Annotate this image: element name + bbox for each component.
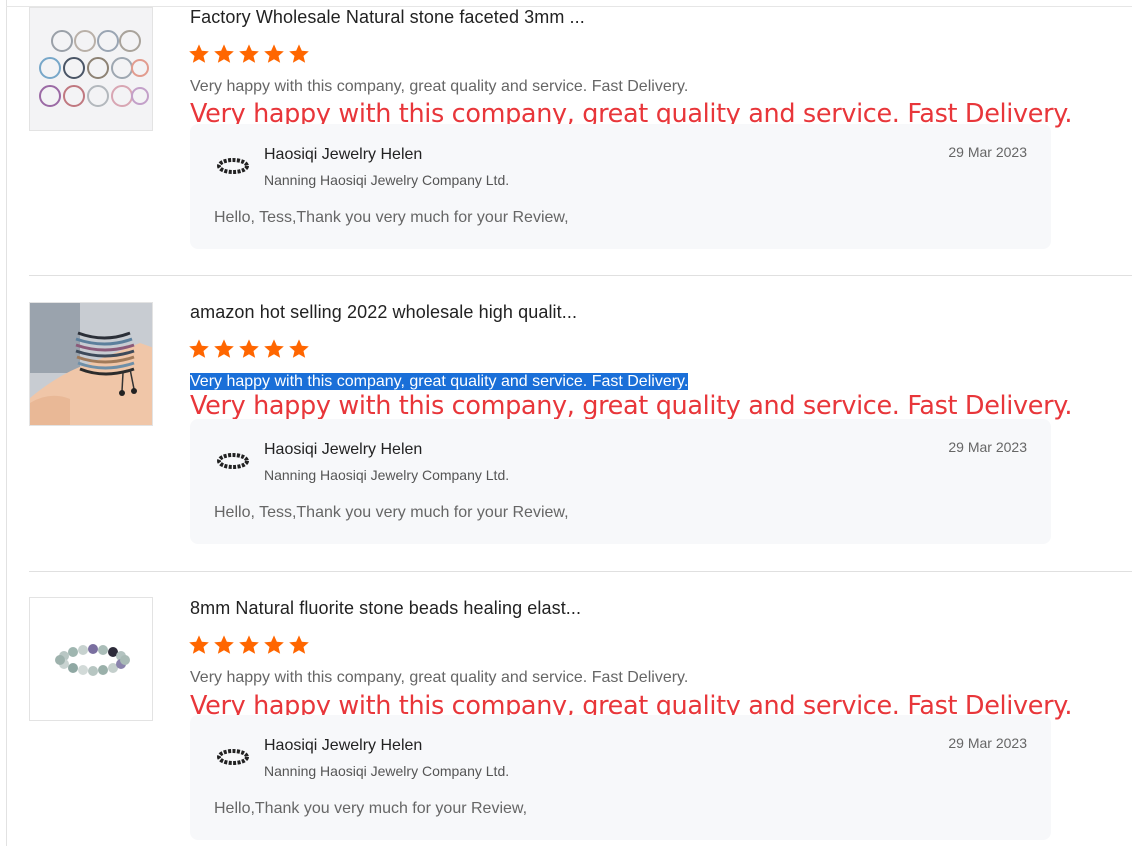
star-icon bbox=[189, 44, 209, 63]
star-rating bbox=[188, 634, 310, 656]
reply-company-name: Nanning Haosiqi Jewelry Company Ltd. bbox=[264, 172, 510, 188]
reply-text: Hello, Tess,Thank you very much for your… bbox=[214, 504, 569, 521]
star-rating bbox=[188, 338, 310, 360]
overlay-translation-text: Very happy with this company, great qual… bbox=[190, 391, 1073, 421]
product-thumbnail[interactable] bbox=[29, 7, 153, 131]
reply-author-name: Haosiqi Jewelry Helen bbox=[264, 737, 423, 754]
bracelet-set-image bbox=[30, 8, 152, 130]
star-icon bbox=[189, 635, 209, 654]
bracelet-avatar-icon bbox=[217, 749, 249, 765]
product-title[interactable]: 8mm Natural fluorite stone beads healing… bbox=[190, 598, 581, 619]
fluorite-bracelet-image bbox=[30, 598, 152, 720]
star-icon bbox=[264, 44, 284, 63]
selection-highlight: Very happy with this company, great qual… bbox=[190, 373, 689, 390]
star-icon bbox=[289, 339, 309, 358]
reply-date: 29 Mar 2023 bbox=[948, 439, 1027, 455]
review-text-selected: Very happy with this company, great qual… bbox=[190, 373, 689, 391]
reply-date: 29 Mar 2023 bbox=[948, 144, 1027, 160]
star-icon bbox=[239, 44, 259, 63]
review-text: Very happy with this company, great qual… bbox=[190, 669, 689, 686]
product-title[interactable]: amazon hot selling 2022 wholesale high q… bbox=[190, 302, 577, 323]
reply-date: 29 Mar 2023 bbox=[948, 735, 1027, 751]
star-icon bbox=[264, 635, 284, 654]
star-icon bbox=[214, 339, 234, 358]
review-divider bbox=[29, 275, 1132, 276]
reply-company-name: Nanning Haosiqi Jewelry Company Ltd. bbox=[264, 763, 510, 779]
star-icon bbox=[289, 44, 309, 63]
reply-text: Hello,Thank you very much for your Revie… bbox=[214, 800, 528, 817]
product-thumbnail[interactable] bbox=[29, 302, 153, 426]
seller-reply: Haosiqi Jewelry Helen Nanning Haosiqi Je… bbox=[190, 715, 1051, 840]
star-icon bbox=[189, 339, 209, 358]
reply-text: Hello, Tess,Thank you very much for your… bbox=[214, 209, 569, 226]
reply-company-name: Nanning Haosiqi Jewelry Company Ltd. bbox=[264, 467, 510, 483]
star-icon bbox=[239, 339, 259, 358]
star-rating bbox=[188, 43, 310, 65]
star-icon bbox=[289, 635, 309, 654]
review-divider bbox=[29, 571, 1132, 572]
reply-author-name: Haosiqi Jewelry Helen bbox=[264, 146, 423, 163]
product-thumbnail[interactable] bbox=[29, 597, 153, 721]
bracelet-avatar-icon bbox=[217, 453, 249, 469]
reply-author-name: Haosiqi Jewelry Helen bbox=[264, 441, 423, 458]
star-icon bbox=[214, 44, 234, 63]
product-title[interactable]: Factory Wholesale Natural stone faceted … bbox=[190, 7, 585, 28]
seller-reply: Haosiqi Jewelry Helen Nanning Haosiqi Je… bbox=[190, 124, 1051, 249]
seller-reply: Haosiqi Jewelry Helen Nanning Haosiqi Je… bbox=[190, 419, 1051, 544]
left-border bbox=[6, 0, 7, 846]
star-icon bbox=[239, 635, 259, 654]
star-icon bbox=[214, 635, 234, 654]
bracelet-avatar-icon bbox=[217, 158, 249, 174]
review-text: Very happy with this company, great qual… bbox=[190, 78, 689, 95]
wrist-bracelets-image bbox=[30, 303, 152, 425]
star-icon bbox=[264, 339, 284, 358]
